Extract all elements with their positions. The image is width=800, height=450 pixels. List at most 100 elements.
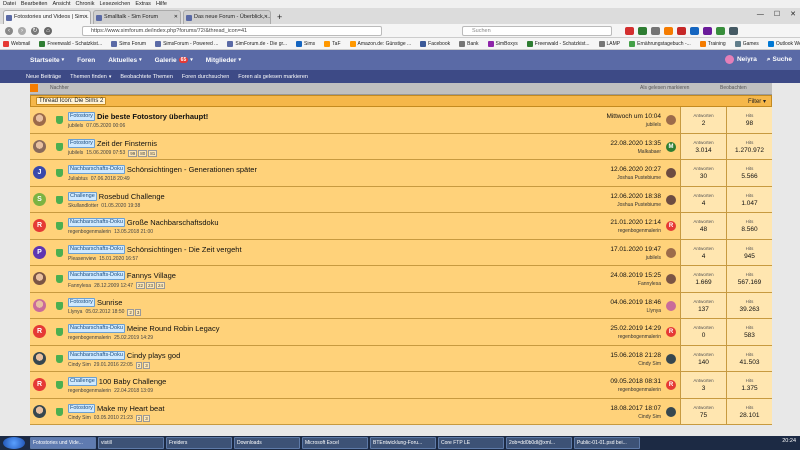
- bookmark-item[interactable]: SimsForum - Powered ...: [155, 38, 218, 49]
- bookmark-item[interactable]: TaF: [324, 38, 341, 49]
- page-link[interactable]: 3: [143, 361, 150, 369]
- bookmark-item[interactable]: Bank: [459, 38, 479, 49]
- taskbar-item[interactable]: BTEntwicklung-Foru...: [370, 437, 436, 449]
- last-post-avatar[interactable]: R: [666, 380, 676, 390]
- avatar[interactable]: P: [33, 245, 46, 259]
- page-link[interactable]: 24: [156, 282, 166, 289]
- site-nav-item[interactable]: Mitglieder ▾: [206, 57, 241, 64]
- bookmark-item[interactable]: Sims: [296, 38, 315, 49]
- thread-row[interactable]: S Challenge Rosebud Challenge Skullandlotte…: [30, 186, 772, 213]
- subnav-item[interactable]: Beobachtete Themen: [120, 74, 173, 80]
- last-post-avatar[interactable]: R: [666, 221, 676, 231]
- avatar[interactable]: J: [33, 166, 46, 179]
- last-post-avatar[interactable]: [666, 115, 676, 125]
- page-link[interactable]: 81: [148, 149, 158, 157]
- page-link[interactable]: 22: [136, 282, 146, 289]
- page-link[interactable]: 80: [138, 149, 148, 157]
- start-button[interactable]: [3, 437, 25, 449]
- thread-author[interactable]: Fannylesa: [68, 283, 91, 289]
- last-post-avatar[interactable]: [666, 168, 676, 178]
- maximize-icon[interactable]: ☐: [774, 8, 780, 22]
- close-tab-icon[interactable]: ✕: [84, 11, 88, 24]
- subnav-item[interactable]: Foren durchsuchen: [182, 74, 229, 80]
- menu-item-6[interactable]: Hilfe: [156, 0, 167, 8]
- page-link[interactable]: 2: [135, 361, 143, 369]
- thread-title[interactable]: Meine Round Robin Legacy: [127, 324, 220, 333]
- avatar[interactable]: [33, 139, 46, 153]
- last-post-user[interactable]: Malkabaer: [568, 149, 661, 155]
- thread-prefix[interactable]: Challenge: [68, 377, 97, 386]
- taskbar-item[interactable]: Freiders: [166, 437, 232, 449]
- thread-title[interactable]: Cindy plays god: [127, 351, 180, 360]
- addon-icon[interactable]: [664, 27, 673, 35]
- thread-prefix[interactable]: Fotostory: [68, 138, 95, 148]
- last-post-user[interactable]: regenbogenmalerin: [568, 387, 661, 393]
- last-post-user[interactable]: Joshua Pustebiume: [568, 175, 661, 181]
- thread-prefix[interactable]: Nachbarschafts-Doku: [68, 350, 125, 360]
- last-post-avatar[interactable]: [666, 274, 676, 284]
- bookmark-item[interactable]: Outlook Web App: [767, 38, 800, 49]
- reload-icon[interactable]: ↻: [31, 27, 39, 35]
- thread-prefix[interactable]: Fotostory: [68, 112, 95, 121]
- thread-author[interactable]: jubilels: [68, 123, 83, 129]
- page-link[interactable]: 2: [135, 414, 143, 422]
- browser-search-input[interactable]: Suchen: [462, 26, 612, 36]
- last-post-date[interactable]: Mittwoch um 10:04: [568, 113, 661, 120]
- thread-row[interactable]: R Nachbarschafts-Doku Meine Round Robin Le…: [30, 319, 772, 346]
- thread-author[interactable]: Llynya: [68, 309, 82, 315]
- addon-icon[interactable]: [729, 27, 738, 35]
- avatar[interactable]: [33, 298, 46, 312]
- addon-icon[interactable]: [677, 27, 686, 35]
- addon-icon[interactable]: [651, 27, 660, 35]
- last-post-user[interactable]: Cindy Sim: [568, 414, 661, 420]
- last-post-date[interactable]: 09.05.2018 08:31: [568, 378, 661, 385]
- last-post-date[interactable]: 12.06.2020 18:38: [568, 193, 661, 200]
- minimize-icon[interactable]: —: [757, 8, 764, 22]
- thread-row[interactable]: Nachbarschafts-Doku Fannys Village Fannyle…: [30, 266, 772, 293]
- taskbar-item[interactable]: vistill: [98, 437, 164, 449]
- site-nav-item[interactable]: Galerie 65 ▾: [155, 57, 193, 64]
- thread-prefix[interactable]: Challenge: [68, 191, 97, 201]
- addon-icon[interactable]: [625, 27, 634, 35]
- thread-title[interactable]: 100 Baby Challenge: [99, 377, 167, 386]
- last-post-avatar[interactable]: [666, 300, 676, 311]
- site-nav-item[interactable]: Aktuelles ▾: [108, 57, 141, 64]
- thread-author[interactable]: regenbogenmalerin: [68, 229, 111, 235]
- thread-prefix[interactable]: Fotostory: [68, 297, 95, 307]
- bookmark-item[interactable]: Games: [734, 38, 759, 49]
- thread-prefix[interactable]: Nachbarschafts-Doku: [68, 218, 125, 227]
- browser-tab[interactable]: Smalltalk - Sim Forum ✕: [93, 10, 181, 24]
- last-post-user[interactable]: Cindy Sim: [568, 361, 661, 367]
- last-post-user[interactable]: Fannylesa: [568, 281, 661, 287]
- last-post-date[interactable]: 04.06.2019 18:46: [568, 299, 661, 306]
- filter-button[interactable]: Filter ▾: [748, 98, 766, 105]
- taskbar-item[interactable]: Public-01-01.psd bei...: [574, 437, 640, 449]
- last-post-avatar[interactable]: [666, 194, 676, 205]
- thread-title[interactable]: Sunrise: [97, 298, 122, 307]
- last-post-user[interactable]: regenbogenmalerin: [568, 228, 661, 234]
- menu-item-2[interactable]: Ansicht: [52, 0, 70, 8]
- page-link[interactable]: 3: [143, 414, 150, 422]
- thread-author[interactable]: Juliabtus: [68, 176, 88, 182]
- avatar[interactable]: [33, 351, 46, 365]
- thread-row[interactable]: P Nachbarschafts-Doku Schönsichtingen - Di…: [30, 239, 772, 266]
- thread-row[interactable]: R Nachbarschafts-Doku Große Nachbarschafts…: [30, 213, 772, 240]
- thread-prefix[interactable]: Nachbarschafts-Doku: [68, 165, 125, 174]
- menu-item-0[interactable]: Datei: [3, 0, 16, 8]
- close-tab-icon[interactable]: ✕: [174, 11, 178, 24]
- home-icon[interactable]: ⌂: [44, 27, 52, 35]
- user-menu[interactable]: Neiyra: [724, 55, 757, 64]
- avatar[interactable]: S: [33, 192, 46, 206]
- last-post-avatar[interactable]: R: [666, 327, 676, 337]
- thread-title[interactable]: Rosebud Challenge: [99, 192, 165, 201]
- browser-tab[interactable]: Fotostories und Videos | Sim... ✕: [3, 10, 91, 24]
- subnav-item[interactable]: Neue Beiträge: [26, 74, 61, 80]
- thread-title[interactable]: Zeit der Finsternis: [97, 139, 157, 148]
- bookmark-item[interactable]: SimBoxys: [487, 38, 518, 49]
- taskbar-item[interactable]: Core FTP LE: [438, 437, 504, 449]
- last-post-avatar[interactable]: M: [666, 141, 676, 152]
- avatar[interactable]: [33, 404, 46, 418]
- avatar[interactable]: R: [33, 378, 46, 391]
- browser-tab[interactable]: Das neue Forum - Überblick, ... ✕: [183, 10, 271, 24]
- new-tab-button[interactable]: +: [273, 10, 286, 24]
